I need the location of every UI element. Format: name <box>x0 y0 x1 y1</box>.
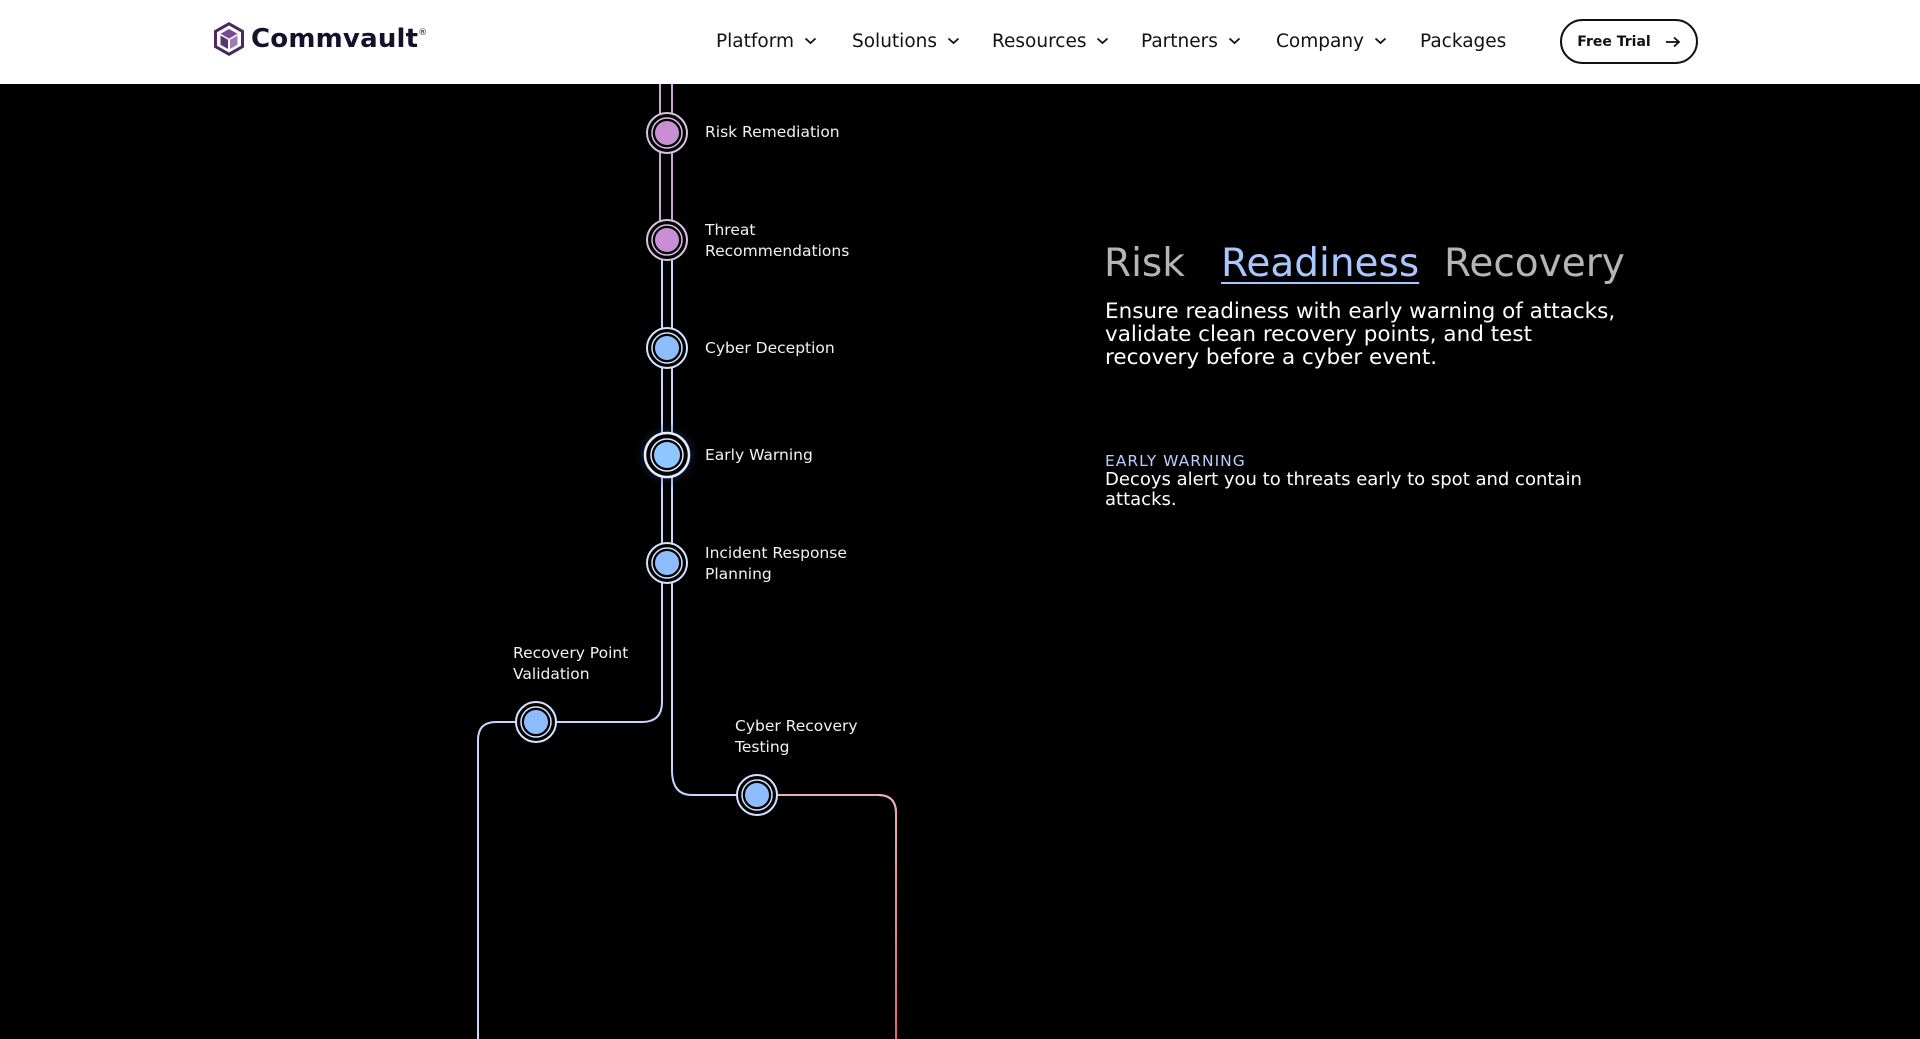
timeline-diagram <box>477 84 897 1039</box>
node-threat-recommendations[interactable] <box>645 218 689 262</box>
tab-readiness[interactable]: Readiness <box>1221 238 1419 290</box>
node-label-incident-response-planning: Incident Response Planning <box>705 544 847 583</box>
node-cyber-deception[interactable] <box>645 326 689 370</box>
node-label-threat-recommendations: Threat Recommendations <box>705 221 850 260</box>
node-label-cyber-deception: Cyber Deception <box>705 339 835 357</box>
detail-title: EARLY WARNING <box>1105 452 1246 470</box>
rail-branch-recovery-point <box>477 701 663 1039</box>
node-cyber-recovery-testing[interactable] <box>735 773 779 817</box>
node-incident-response-planning[interactable] <box>645 541 689 585</box>
node-label-cyber-recovery-testing: Cyber Recovery Testing <box>735 717 858 756</box>
node-early-warning[interactable] <box>643 431 691 479</box>
readiness-description: Ensure readiness with early warning of a… <box>1105 299 1616 370</box>
tab-recovery[interactable]: Recovery <box>1444 238 1625 290</box>
node-label-early-warning: Early Warning <box>705 446 813 464</box>
rail-pink-right <box>770 794 897 1039</box>
node-risk-remediation[interactable] <box>645 111 689 155</box>
tab-risk[interactable]: Risk <box>1104 238 1185 290</box>
node-label-recovery-point-validation: Recovery Point Validation <box>513 644 629 683</box>
detail-text: Decoys alert you to threats early to spo… <box>1105 469 1582 510</box>
node-recovery-point-validation[interactable] <box>514 700 558 744</box>
rail-branch-recovery-testing <box>671 769 897 1039</box>
node-label-risk-remediation: Risk Remediation <box>705 123 840 141</box>
